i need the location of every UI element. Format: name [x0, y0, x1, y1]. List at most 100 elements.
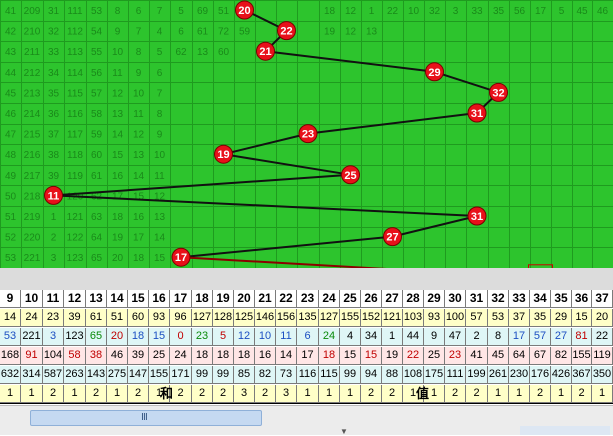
- table-cell: 35: [530, 309, 551, 327]
- table-cell: 99: [192, 366, 213, 384]
- bg-number: 9: [157, 130, 163, 141]
- table-cell: 8: [488, 328, 509, 346]
- table-cell: 17: [297, 347, 319, 365]
- table-cell: 34: [530, 290, 551, 308]
- bg-number: 215: [24, 130, 41, 141]
- table-cell: 127: [319, 309, 340, 327]
- table-cell: 18: [192, 290, 213, 308]
- table-cell: 19: [382, 347, 403, 365]
- table-cell: 168: [0, 347, 21, 365]
- trend-point-label: 19: [217, 149, 229, 161]
- trend-point-label: 17: [175, 252, 187, 264]
- table-cell: 135: [297, 309, 319, 327]
- bg-number: 116: [67, 109, 83, 120]
- trend-chart: 4120931111538675695158181212210323333556…: [0, 0, 613, 268]
- table-cell: 38: [86, 347, 107, 365]
- table-cell: 96: [170, 309, 192, 327]
- table-cell: 13: [86, 290, 107, 308]
- bg-number: 11: [133, 109, 144, 120]
- table-cell: 115: [319, 366, 340, 384]
- table-cell: 125: [234, 309, 255, 327]
- table-cell: 14: [107, 290, 128, 308]
- bg-number: 22: [387, 6, 399, 17]
- bg-number: 12: [112, 88, 124, 99]
- table-cell: 30: [445, 290, 466, 308]
- horizontal-scrollbar[interactable]: Ⅲ ▼: [0, 405, 613, 436]
- pending-row: [0, 268, 613, 290]
- table-cell: 16: [149, 290, 170, 308]
- bg-number: 111: [67, 6, 83, 17]
- table-cell: 147: [128, 366, 149, 384]
- bg-number: 19: [112, 233, 124, 244]
- bg-number: 6: [178, 27, 184, 38]
- trend-point-label: 29: [428, 67, 440, 79]
- table-cell: 119: [592, 347, 613, 365]
- table-cell: 37: [509, 309, 530, 327]
- bg-number: 210: [24, 27, 41, 38]
- scrollbar-thumb[interactable]: Ⅲ: [30, 410, 262, 426]
- table-cell: 53: [0, 328, 21, 346]
- chevron-down-icon[interactable]: ▼: [340, 428, 352, 436]
- table-cell: 127: [192, 309, 213, 327]
- bg-number: 7: [157, 88, 163, 99]
- trend-chart-svg: 4120931111538675695158181212210323333556…: [0, 0, 613, 268]
- table-cell: 19: [213, 290, 234, 308]
- bg-number: 119: [67, 171, 83, 182]
- bg-number: 10: [133, 88, 145, 99]
- table-cell: 27: [551, 328, 572, 346]
- bg-number: 46: [597, 6, 609, 17]
- table-cell: 155: [149, 366, 170, 384]
- trend-point-label: 21: [259, 46, 271, 58]
- bg-number: 8: [136, 47, 142, 58]
- table-cell: 263: [64, 366, 86, 384]
- bg-number: 1: [51, 212, 57, 223]
- bg-number: 10: [112, 47, 124, 58]
- bg-number: 15: [133, 191, 145, 202]
- table-cell: 20: [234, 290, 255, 308]
- trend-point-label: 31: [471, 211, 483, 223]
- bg-number: 13: [366, 27, 378, 38]
- bg-number: 49: [5, 171, 17, 182]
- bg-number: 32: [48, 27, 60, 38]
- bg-number: 7: [157, 6, 163, 17]
- table-cell: 6: [297, 328, 319, 346]
- table-cell: 53: [488, 309, 509, 327]
- bg-number: 56: [514, 6, 526, 17]
- table-cell: 45: [488, 347, 509, 365]
- table-cell: 35: [551, 290, 572, 308]
- table-cell: 67: [530, 347, 551, 365]
- table-cell: 111: [445, 366, 466, 384]
- table-cell: 23: [297, 290, 319, 308]
- bg-number: 221: [24, 253, 41, 264]
- bg-number: 45: [576, 6, 588, 17]
- table-cell: 20: [107, 328, 128, 346]
- table-cell: 22: [592, 328, 613, 346]
- bg-number: 2: [51, 233, 57, 244]
- trend-point-label: 23: [302, 129, 314, 141]
- table-cell: 230: [509, 366, 530, 384]
- bg-number: 61: [91, 171, 103, 182]
- bg-number: 4: [157, 27, 163, 38]
- bg-number: 213: [24, 88, 41, 99]
- bg-number: 15: [112, 150, 124, 161]
- bg-number: 220: [24, 233, 41, 244]
- trend-point-label: 27: [386, 232, 398, 244]
- trend-line-segment: [223, 153, 351, 176]
- bg-number: 33: [471, 6, 483, 17]
- table-cell: 23: [43, 309, 64, 327]
- table-cell: 61: [86, 309, 107, 327]
- bg-number: 55: [91, 47, 103, 58]
- table-cell: 367: [572, 366, 592, 384]
- bg-number: 59: [239, 27, 251, 38]
- bg-number: 13: [197, 47, 209, 58]
- table-cell: 155: [340, 309, 361, 327]
- table-cell: 21: [255, 290, 276, 308]
- bg-number: 9: [136, 68, 142, 79]
- bg-number: 51: [5, 212, 17, 223]
- table-cell: 32: [488, 290, 509, 308]
- bg-number: 59: [91, 130, 103, 141]
- table-cell: 99: [340, 366, 361, 384]
- table-cell: 3: [43, 328, 64, 346]
- bg-number: 12: [345, 27, 357, 38]
- bg-number: 48: [5, 150, 17, 161]
